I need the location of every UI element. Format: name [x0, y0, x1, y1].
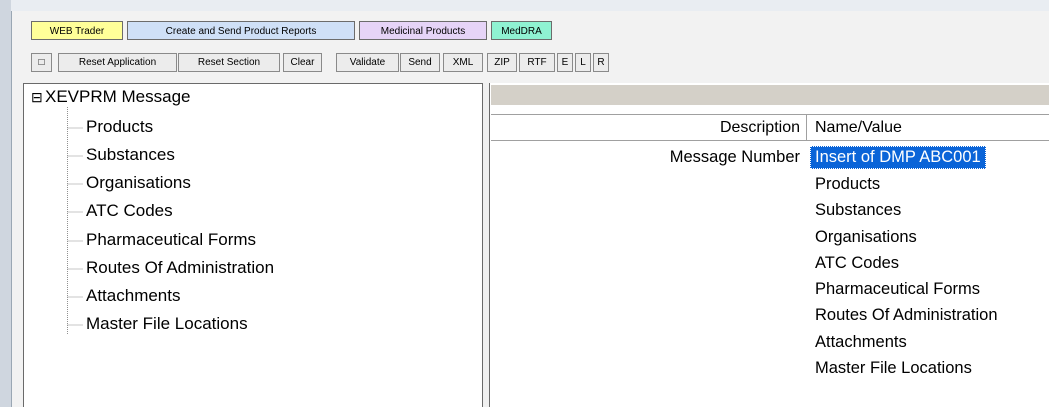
row-message-number-description: Message Number: [669, 148, 800, 166]
window-frame-left: [0, 0, 12, 407]
tree-item-organisations[interactable]: Organisations: [86, 173, 191, 193]
xml-button[interactable]: XML: [443, 53, 483, 72]
grid-row-master-file-locations[interactable]: Master File Locations: [815, 359, 972, 378]
reset-application-button[interactable]: Reset Application: [58, 53, 177, 72]
tree-item-routes-of-administration[interactable]: Routes Of Administration: [86, 258, 274, 278]
e-button[interactable]: E: [557, 53, 573, 72]
validate-button[interactable]: Validate: [336, 53, 399, 72]
grid-row-organisations[interactable]: Organisations: [815, 228, 917, 247]
tree-item-master-file-locations[interactable]: Master File Locations: [86, 314, 248, 334]
tab-web-trader[interactable]: WEB Trader: [31, 21, 123, 40]
column-header-name-value[interactable]: Name/Value: [815, 115, 1015, 141]
tab-medicinal-products[interactable]: Medicinal Products: [359, 21, 487, 40]
r-button[interactable]: R: [593, 53, 609, 72]
grid-row-routes-of-administration[interactable]: Routes Of Administration: [815, 306, 998, 325]
grid-row-atc-codes[interactable]: ATC Codes: [815, 254, 899, 273]
rtf-button[interactable]: RTF: [519, 53, 555, 72]
grid-column-divider[interactable]: [806, 115, 807, 140]
grid-row-attachments[interactable]: Attachments: [815, 333, 907, 352]
tree-item-atc-codes[interactable]: ATC Codes: [86, 201, 173, 221]
tree-item-products[interactable]: Products: [86, 117, 153, 137]
row-message-number-value-selected[interactable]: Insert of DMP ABC001: [810, 146, 986, 169]
column-header-description[interactable]: Description: [491, 115, 800, 141]
window-frame-top: [11, 0, 1049, 11]
grid-row-pharmaceutical-forms[interactable]: Pharmaceutical Forms: [815, 280, 980, 299]
select-checkbox-button[interactable]: □: [31, 53, 52, 72]
tree-item-attachments[interactable]: Attachments: [86, 286, 181, 306]
grid-row-products[interactable]: Products: [815, 175, 880, 194]
reset-section-button[interactable]: Reset Section: [178, 53, 280, 72]
tree-root-xevprm-message[interactable]: XEVPRM Message: [45, 87, 191, 107]
tab-create-and-send-product-reports[interactable]: Create and Send Product Reports: [127, 21, 355, 40]
l-button[interactable]: L: [575, 53, 591, 72]
tree-item-substances[interactable]: Substances: [86, 145, 175, 165]
grid-toolbar-strip: [491, 85, 1049, 106]
grid-row-substances[interactable]: Substances: [815, 201, 901, 220]
tree-item-pharmaceutical-forms[interactable]: Pharmaceutical Forms: [86, 230, 256, 250]
clear-button[interactable]: Clear: [283, 53, 322, 72]
send-button[interactable]: Send: [400, 53, 440, 72]
tab-meddra[interactable]: MedDRA: [491, 21, 552, 40]
tree-collapse-toggle-icon[interactable]: ⊟: [31, 89, 43, 106]
zip-button[interactable]: ZIP: [487, 53, 517, 72]
